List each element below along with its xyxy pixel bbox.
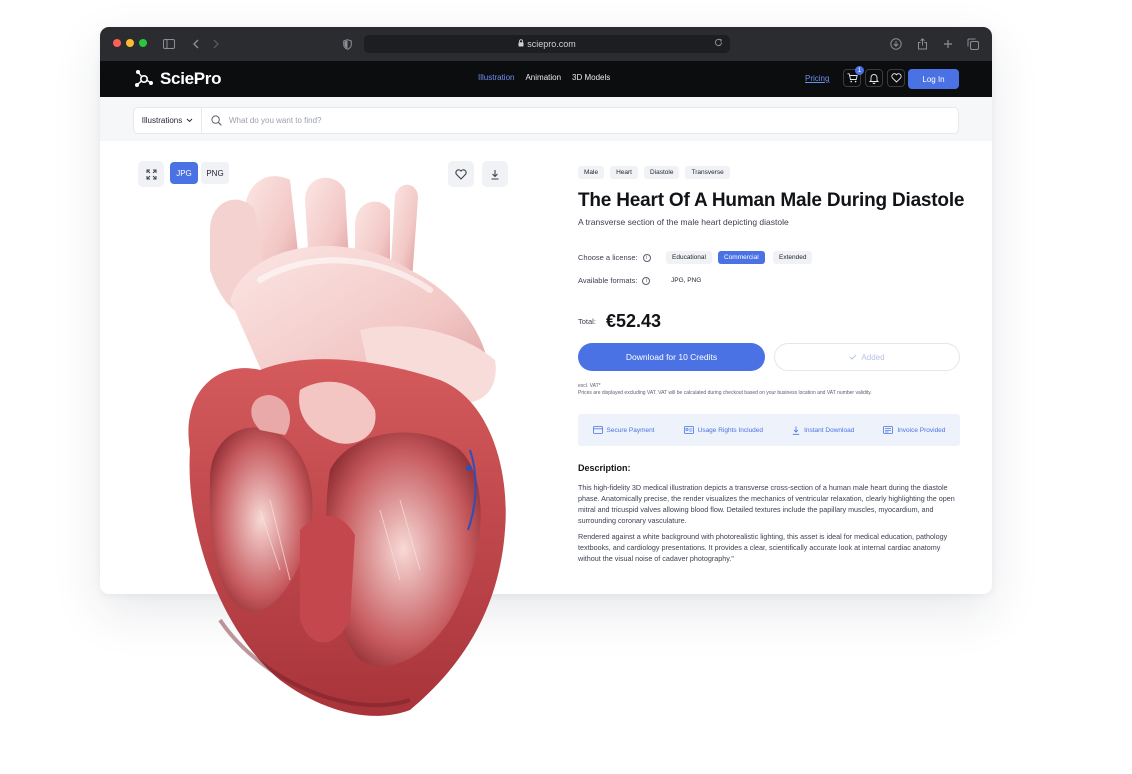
product-subtitle: A transverse section of the male heart d… — [578, 217, 789, 227]
feature-label: Usage Rights Included — [697, 426, 764, 434]
vat-line-1: excl. VAT* — [578, 383, 601, 389]
download-icon — [792, 426, 800, 435]
check-icon — [850, 354, 857, 360]
downloads-icon[interactable] — [889, 35, 903, 53]
bell-icon — [869, 73, 879, 84]
address-bar[interactable]: sciepro.com — [364, 35, 730, 53]
info-icon[interactable]: i — [642, 276, 651, 285]
lock-icon — [518, 39, 524, 49]
license-card-icon — [683, 426, 694, 434]
share-icon[interactable] — [915, 35, 929, 53]
search-bar: Illustrations What do you want to find? — [133, 107, 959, 134]
nav-pricing[interactable]: Pricing — [805, 74, 829, 83]
tag[interactable]: Male — [578, 166, 605, 179]
search-category-select[interactable]: Illustrations — [134, 108, 202, 133]
page: sciepro.com SciePro Illustration Animati… — [0, 0, 1132, 774]
url-text: sciepro.com — [527, 39, 576, 49]
chevron-down-icon — [186, 118, 193, 123]
reload-icon[interactable] — [714, 38, 723, 49]
site-header: SciePro Illustration Animation 3D Models… — [100, 61, 992, 97]
search-icon — [211, 115, 222, 126]
nav-illustration[interactable]: Illustration — [478, 73, 514, 82]
heart-icon — [890, 73, 902, 83]
total-price: €52.43 — [606, 311, 662, 331]
formats-value: JPG, PNG — [671, 277, 702, 284]
forward-icon[interactable] — [211, 35, 221, 53]
feature-secure-payment: Secure Payment — [592, 426, 655, 434]
nav-3d-models[interactable]: 3D Models — [572, 73, 610, 82]
feature-invoice-provided: Invoice Provided — [883, 426, 945, 434]
feature-strip: Secure Payment Usage Rights Included Ins… — [578, 414, 960, 446]
close-window-dot[interactable] — [113, 39, 121, 47]
feature-instant-download: Instant Download — [792, 426, 854, 435]
vat-line-2: Prices are displayed excluding VAT. VAT … — [578, 390, 872, 396]
license-label-row: Choose a license: i — [578, 253, 651, 262]
download-credits-button[interactable]: Download for 10 Credits — [578, 343, 765, 371]
back-icon[interactable] — [190, 35, 200, 53]
notifications-button[interactable] — [865, 69, 883, 87]
cart-icon — [847, 73, 858, 83]
logo-text: SciePro — [160, 69, 222, 88]
description-heading: Description: — [578, 463, 631, 473]
vat-note: excl. VAT* Prices are displayed excludin… — [578, 383, 872, 397]
tag[interactable]: Diastole — [644, 166, 680, 179]
logo-icon — [135, 70, 153, 87]
tag[interactable]: Transverse — [685, 166, 730, 179]
search-input[interactable]: What do you want to find? — [229, 116, 322, 125]
logo[interactable]: SciePro — [133, 67, 222, 91]
login-button[interactable]: Log In — [908, 69, 959, 89]
minimize-window-dot[interactable] — [126, 39, 134, 47]
formats-label: Available formats: — [578, 276, 638, 285]
license-label: Choose a license: — [578, 253, 638, 262]
description-paragraph: This high-fidelity 3D medical illustrati… — [578, 483, 955, 525]
total-label: Total: — [578, 317, 596, 326]
favorites-button[interactable] — [887, 69, 905, 87]
product-title: The Heart Of A Human Male During Diastol… — [578, 190, 965, 211]
added-to-cart-button[interactable]: Added — [774, 343, 960, 371]
heart-illustration — [188, 176, 506, 716]
main-nav: Illustration Animation 3D Models — [478, 73, 610, 82]
feature-label: Instant Download — [804, 426, 855, 434]
sidebar-icon[interactable] — [162, 35, 176, 53]
browser-toolbar: sciepro.com — [100, 27, 992, 61]
tag[interactable]: Heart — [610, 166, 638, 179]
search-category-label: Illustrations — [141, 116, 183, 125]
privacy-shield-icon[interactable] — [341, 35, 353, 53]
added-label: Added — [861, 352, 885, 362]
feature-label: Secure Payment — [606, 426, 655, 434]
feature-label: Invoice Provided — [897, 426, 946, 434]
maximize-window-dot[interactable] — [139, 39, 147, 47]
formats-label-row: Available formats: i — [578, 276, 651, 285]
credit-card-icon — [592, 426, 603, 434]
license-commercial-button[interactable]: Commercial — [718, 251, 765, 264]
invoice-icon — [883, 426, 894, 434]
tab-overview-icon[interactable] — [966, 35, 980, 53]
cart-count-badge: 1 — [855, 66, 864, 75]
license-educational-button[interactable]: Educational — [666, 251, 712, 264]
description-paragraph: Rendered against a white background with… — [578, 532, 948, 563]
nav-animation[interactable]: Animation — [525, 73, 561, 82]
feature-usage-rights: Usage Rights Included — [683, 426, 764, 434]
new-tab-icon[interactable] — [941, 35, 955, 53]
license-extended-button[interactable]: Extended — [773, 251, 813, 264]
tag-list: Male Heart Diastole Transverse — [578, 166, 730, 179]
info-icon[interactable]: i — [642, 253, 651, 262]
